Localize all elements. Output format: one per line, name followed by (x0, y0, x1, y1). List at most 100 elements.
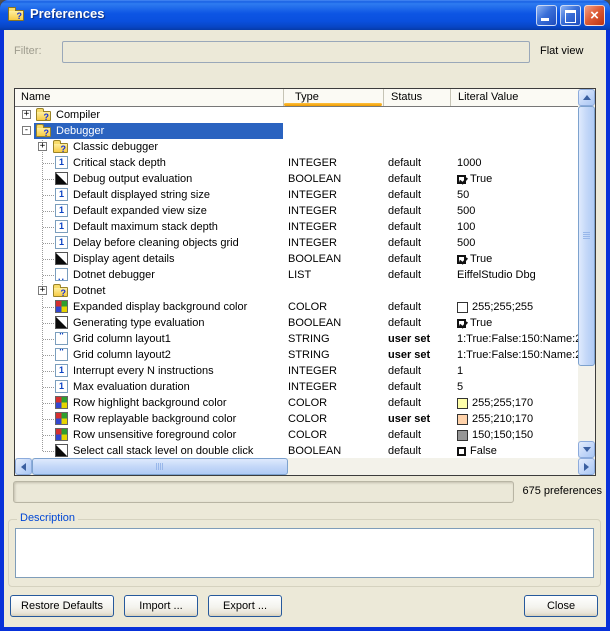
pref-value-cell: 100 (450, 219, 578, 235)
scroll-right-icon[interactable] (578, 458, 595, 475)
tree-row-preference[interactable]: 1Default expanded view sizeINTEGERdefaul… (15, 203, 578, 219)
tree-row-preference[interactable]: Row highlight background colorCOLORdefau… (15, 395, 578, 411)
pref-value-cell: 500 (450, 203, 578, 219)
tree-row-preference[interactable]: Display agent detailsBOOLEANdefaultTrue (15, 251, 578, 267)
tree-row-preference[interactable]: Expanded display background colorCOLORde… (15, 299, 578, 315)
name-cell: 1Default expanded view size (15, 203, 283, 219)
import-button[interactable]: Import ... (124, 595, 198, 617)
description-groupbox: Description (8, 519, 601, 587)
column-header-literal-value[interactable]: Literal Value (450, 89, 578, 106)
scroll-left-icon[interactable] (15, 458, 32, 475)
pref-type-label: BOOLEAN (283, 443, 383, 458)
pref-status-label: default (383, 267, 450, 283)
tree-row-preference[interactable]: Row unsensitive foreground colorCOLORdef… (15, 427, 578, 443)
tree-line (43, 227, 54, 228)
checkbox-checked-icon[interactable] (457, 175, 466, 184)
name-cell: + Compiler (15, 107, 283, 123)
tree-line (43, 451, 54, 452)
expand-plus-icon[interactable]: + (22, 110, 31, 119)
tree-row-preference[interactable]: Debug output evaluationBOOLEANdefaultTru… (15, 171, 578, 187)
export-button[interactable]: Export ... (208, 595, 282, 617)
folder-icon (36, 127, 51, 137)
minimize-icon[interactable] (536, 5, 557, 26)
tree-row-preference[interactable]: 1Delay before cleaning objects gridINTEG… (15, 235, 578, 251)
close-button[interactable]: Close (524, 595, 598, 617)
checkbox-unchecked-icon[interactable] (457, 447, 466, 456)
tree-row-preference[interactable]: Generating type evaluationBOOLEANdefault… (15, 315, 578, 331)
scroll-up-icon[interactable] (578, 89, 595, 106)
description-textarea[interactable] (15, 528, 594, 578)
tree-row-preference[interactable]: "Grid column layout2STRINGuser set1:True… (15, 347, 578, 363)
tree-row-category[interactable]: +Dotnet (15, 283, 578, 299)
pref-type-label: COLOR (283, 411, 383, 427)
close-icon[interactable] (584, 5, 605, 26)
expand-plus-icon[interactable]: + (38, 142, 47, 151)
color-swatch-icon (457, 414, 468, 425)
tree-line (43, 387, 54, 388)
boolean-type-icon (55, 252, 68, 265)
maximize-icon[interactable] (560, 5, 581, 26)
name-cell: 1Critical stack depth (15, 155, 283, 171)
name-cell: Debug output evaluation (15, 171, 283, 187)
pref-name-label: Select call stack level on double click (73, 443, 253, 458)
title-bar[interactable]: Preferences (0, 0, 610, 30)
tree-row-preference[interactable]: Row replayable background colorCOLORuser… (15, 411, 578, 427)
tree-row-preference[interactable]: "Grid column layout1STRINGuser set1:True… (15, 331, 578, 347)
preference-count-label: 675 preferences (523, 485, 603, 497)
tree-line (43, 435, 54, 436)
tree-line (43, 355, 54, 356)
collapse-minus-icon[interactable]: - (22, 126, 31, 135)
name-cell: +Classic debugger (15, 139, 283, 155)
pref-value-cell: 1000 (450, 155, 578, 171)
checkbox-checked-icon[interactable] (457, 255, 466, 264)
tree-row-category[interactable]: +Classic debugger (15, 139, 578, 155)
tree-row-category[interactable]: + Compiler (15, 107, 578, 123)
flat-view-toggle[interactable]: Flat view (540, 45, 583, 57)
tree-row-preference[interactable]: 1Default maximum stack depthINTEGERdefau… (15, 219, 578, 235)
pref-value-cell (450, 139, 578, 155)
pref-status-label: default (383, 203, 450, 219)
checkbox-checked-icon[interactable] (457, 319, 466, 328)
integer-type-icon: 1 (55, 380, 68, 393)
expand-plus-icon[interactable]: + (38, 286, 47, 295)
tree-row-category[interactable]: -Debugger (15, 123, 578, 139)
sort-indicator (284, 103, 382, 106)
pref-type-label: INTEGER (283, 235, 383, 251)
pref-value-text: 150;150;150 (472, 427, 533, 443)
pref-type-label: INTEGER (283, 203, 383, 219)
pref-value-cell: 150;150;150 (450, 427, 578, 443)
column-header-name[interactable]: Name (15, 89, 283, 106)
pref-value-text: True (470, 251, 492, 267)
pref-value-text: 1:True:False:150:Name:2: (457, 331, 578, 347)
horizontal-scrollbar[interactable] (15, 458, 595, 475)
tree-row-preference[interactable]: 1Default displayed string sizeINTEGERdef… (15, 187, 578, 203)
pref-name-label: Grid column layout2 (73, 347, 171, 363)
pref-value-text: 100 (457, 219, 475, 235)
pref-name-label: Compiler (56, 107, 100, 123)
pref-type-label: COLOR (283, 427, 383, 443)
column-header-type[interactable]: Type (283, 89, 383, 106)
tree-row-preference[interactable]: ..Dotnet debuggerLISTdefaultEiffelStudio… (15, 267, 578, 283)
tree-row-preference[interactable]: Select call stack level on double click B… (15, 443, 578, 458)
column-header-status[interactable]: Status (383, 89, 450, 106)
status-field (13, 481, 514, 503)
vertical-scrollbar[interactable] (578, 89, 595, 458)
vertical-scroll-thumb[interactable] (578, 106, 595, 366)
restore-defaults-button[interactable]: Restore Defaults (10, 595, 114, 617)
pref-value-text: EiffelStudio Dbg (457, 267, 536, 283)
pref-value-text: 1 (457, 363, 463, 379)
boolean-type-icon (55, 444, 68, 457)
horizontal-scroll-thumb[interactable] (32, 458, 288, 475)
tree-row-preference[interactable]: 1Critical stack depthINTEGERdefault1000 (15, 155, 578, 171)
tree-line (43, 419, 54, 420)
preferences-window: Preferences Filter: Flat view Name Type … (0, 0, 610, 631)
pref-status-label: default (383, 235, 450, 251)
scroll-down-icon[interactable] (578, 441, 595, 458)
filter-input[interactable] (62, 41, 530, 63)
integer-type-icon: 1 (55, 236, 68, 249)
pref-status-label: user set (383, 331, 450, 347)
tree-row-preference[interactable]: 1Max evaluation durationINTEGERdefault5 (15, 379, 578, 395)
tree-row-preference[interactable]: 1Interrupt every N instructionsINTEGERde… (15, 363, 578, 379)
pref-value-cell: True (450, 251, 578, 267)
boolean-type-icon (55, 316, 68, 329)
